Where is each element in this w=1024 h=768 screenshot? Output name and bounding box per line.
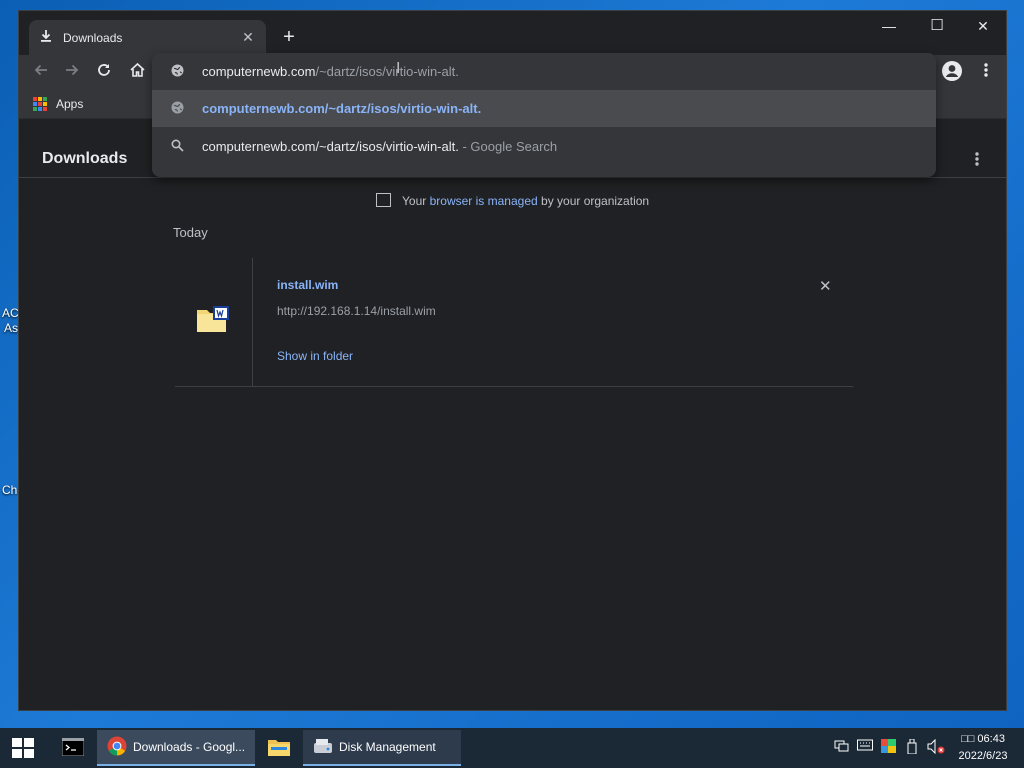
- suggestion-url: computernewb.com/~dartz/isos/virtio-win-…: [202, 101, 482, 116]
- taskbar-file-explorer[interactable]: [258, 730, 300, 766]
- chrome-icon: [107, 736, 127, 759]
- omnibox-dropdown: computernewb.com/~dartz/isos/virtio-win-…: [152, 53, 936, 177]
- managed-link[interactable]: browser is managed: [430, 194, 538, 208]
- text-cursor-icon: I: [396, 60, 401, 77]
- apps-label: Apps: [56, 97, 84, 111]
- download-item: install.wim http://192.168.1.14/install.…: [175, 258, 853, 387]
- download-item-icon-area: [175, 258, 253, 387]
- tab-downloads[interactable]: Downloads ✕: [29, 20, 266, 55]
- close-tab-icon[interactable]: ✕: [240, 29, 256, 46]
- desktop-icon-label[interactable]: As: [4, 321, 18, 335]
- desktop-icon-label[interactable]: AC: [2, 306, 19, 320]
- suggestion-suffix: Google Search: [470, 139, 558, 154]
- clock-date: 2022/6/23: [958, 750, 1008, 762]
- close-window-button[interactable]: ✕: [960, 11, 1006, 41]
- omnibox-autocomplete-text: /~dartz/isos/virtio-win-alt.: [315, 64, 459, 79]
- terminal-icon: [61, 737, 85, 759]
- maximize-button[interactable]: ☐: [914, 11, 960, 41]
- reload-icon[interactable]: [92, 61, 116, 85]
- download-url: http://192.168.1.14/install.wim: [277, 304, 436, 318]
- apps-shortcut[interactable]: Apps: [33, 97, 83, 111]
- home-icon[interactable]: [125, 61, 149, 85]
- managed-prefix: Your: [402, 194, 427, 208]
- minimize-button[interactable]: —: [866, 11, 912, 41]
- downloads-menu-icon[interactable]: [974, 151, 980, 172]
- color-palette-icon[interactable]: [881, 739, 896, 756]
- volume-muted-icon[interactable]: [927, 738, 945, 757]
- building-icon: [375, 193, 391, 207]
- omnibox-typed-text: computernewb.com: [202, 64, 316, 79]
- taskbar-terminal[interactable]: [52, 730, 94, 766]
- managed-notice: Your browser is managed by your organiza…: [19, 193, 1006, 208]
- tab-strip: Downloads ✕ + — ☐ ✕: [19, 11, 1006, 55]
- download-icon: [39, 29, 53, 46]
- omnibox-suggestion[interactable]: computernewb.com/~dartz/isos/virtio-win-…: [152, 128, 936, 165]
- profile-avatar-icon[interactable]: [940, 60, 964, 84]
- network-icon[interactable]: [834, 739, 849, 756]
- globe-icon: [152, 101, 202, 117]
- taskbar-chrome[interactable]: Downloads - Googl...: [97, 730, 255, 766]
- desktop-icon-label[interactable]: Ch: [2, 483, 17, 497]
- omnibox-suggestion[interactable]: computernewb.com/~dartz/isos/virtio-win-…: [152, 90, 936, 127]
- taskbar-item-label: Downloads - Googl...: [133, 740, 246, 754]
- taskbar: Downloads - Googl... Disk Management □□ …: [0, 728, 1024, 768]
- disk-management-icon: [313, 737, 333, 758]
- tab-title: Downloads: [63, 30, 123, 45]
- remove-download-icon[interactable]: ✕: [819, 277, 832, 295]
- keyboard-icon[interactable]: [857, 739, 873, 754]
- managed-suffix: by your organization: [541, 194, 650, 208]
- search-icon: [152, 138, 202, 155]
- page-title: Downloads: [42, 150, 128, 167]
- apps-grid-icon: [33, 97, 47, 111]
- taskbar-item-label: Disk Management: [339, 740, 436, 754]
- wim-file-icon: [197, 306, 229, 332]
- back-icon[interactable]: [29, 61, 53, 85]
- new-tab-button[interactable]: +: [277, 25, 301, 49]
- show-in-folder-link[interactable]: Show in folder: [277, 349, 353, 363]
- globe-icon: [152, 64, 202, 80]
- suggestion-query: computernewb.com/~dartz/isos/virtio-win-…: [202, 139, 459, 154]
- taskbar-disk-management[interactable]: Disk Management: [303, 730, 461, 766]
- omnibox-input[interactable]: computernewb.com/~dartz/isos/virtio-win-…: [152, 53, 936, 90]
- date-section-heading: Today: [173, 225, 208, 240]
- usb-drive-icon[interactable]: [906, 738, 918, 757]
- forward-icon[interactable]: [60, 61, 84, 85]
- start-button[interactable]: [12, 738, 34, 758]
- file-explorer-icon: [268, 738, 290, 759]
- menu-kebab-icon[interactable]: [974, 61, 998, 85]
- download-filename[interactable]: install.wim: [277, 278, 338, 292]
- clock-time: □□ 06:43: [961, 733, 1005, 745]
- system-clock[interactable]: □□ 06:43 2022/6/23: [952, 731, 1014, 765]
